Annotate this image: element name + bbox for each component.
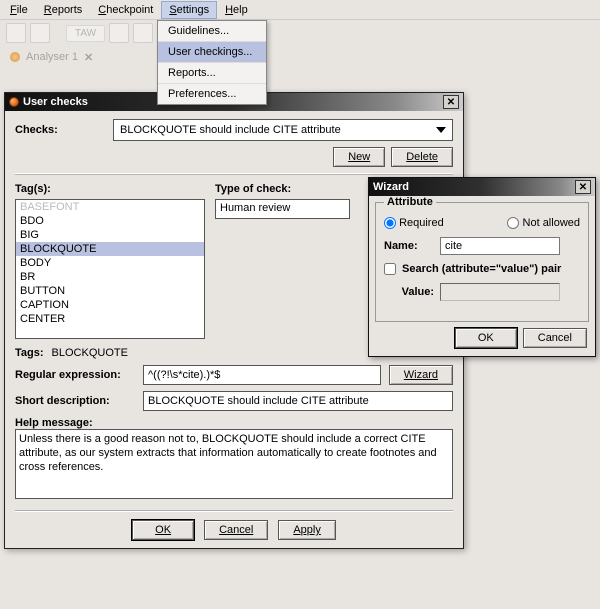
type-label: Type of check: bbox=[215, 183, 350, 195]
help-textarea[interactable] bbox=[15, 429, 453, 499]
tag-item[interactable]: BUTTON bbox=[16, 284, 204, 298]
close-icon[interactable]: ✕ bbox=[443, 95, 459, 109]
tags-label: Tag(s): bbox=[15, 183, 205, 195]
regex-label: Regular expression: bbox=[15, 369, 135, 381]
menu-checkpoint[interactable]: Checkpoint bbox=[90, 1, 161, 19]
tabbar: Analyser 1 ✕ bbox=[0, 46, 600, 68]
tag-item[interactable]: CENTER bbox=[16, 312, 204, 326]
fieldset-legend: Attribute bbox=[384, 196, 436, 208]
tags-value: BLOCKQUOTE bbox=[52, 347, 128, 359]
checks-select[interactable]: BLOCKQUOTE should include CITE attribute bbox=[113, 119, 453, 141]
tag-item[interactable]: BASEFONT bbox=[16, 200, 204, 214]
menu-item-reports[interactable]: Reports... bbox=[158, 63, 266, 84]
wizard-cancel-button[interactable]: Cancel bbox=[523, 328, 587, 348]
close-icon[interactable]: ✕ bbox=[575, 180, 591, 194]
value-input bbox=[440, 283, 560, 301]
search-pair-checkbox[interactable] bbox=[384, 263, 396, 275]
tab-analyser[interactable]: Analyser 1 bbox=[26, 51, 78, 63]
tag-item[interactable]: BIG bbox=[16, 228, 204, 242]
tool-icon-1[interactable] bbox=[6, 23, 26, 43]
short-label: Short description: bbox=[15, 395, 135, 407]
menu-item-guidelines[interactable]: Guidelines... bbox=[158, 21, 266, 42]
new-button[interactable]: New bbox=[333, 147, 385, 167]
wizard-button[interactable]: Wizard bbox=[389, 365, 453, 385]
wizard-titlebar[interactable]: Wizard ✕ bbox=[369, 178, 595, 196]
tool-icon-4[interactable] bbox=[133, 23, 153, 43]
app-icon bbox=[9, 97, 19, 107]
tags-value-label: Tags: bbox=[15, 347, 44, 359]
value-label: Value: bbox=[384, 286, 434, 298]
tab-dot-icon bbox=[10, 52, 20, 62]
tool-icon-3[interactable] bbox=[109, 23, 129, 43]
tab-close-icon[interactable]: ✕ bbox=[84, 51, 93, 64]
ok-button[interactable]: OK bbox=[132, 520, 194, 540]
type-value[interactable]: Human review bbox=[215, 199, 350, 219]
search-pair-label: Search (attribute="value") pair bbox=[402, 263, 561, 275]
tag-item[interactable]: CAPTION bbox=[16, 298, 204, 312]
radio-required-label[interactable]: Required bbox=[384, 217, 444, 229]
tag-item[interactable]: BR bbox=[16, 270, 204, 284]
radio-not-allowed[interactable] bbox=[507, 217, 519, 229]
name-input[interactable] bbox=[440, 237, 560, 255]
tag-item[interactable]: BLOCKQUOTE bbox=[16, 242, 204, 256]
attribute-fieldset: Attribute Required Not allowed Name: Sea… bbox=[375, 202, 589, 322]
delete-button[interactable]: Delete bbox=[391, 147, 453, 167]
name-label: Name: bbox=[384, 240, 434, 252]
settings-dropdown: Guidelines... User checkings... Reports.… bbox=[157, 20, 267, 105]
checks-select-value: BLOCKQUOTE should include CITE attribute bbox=[120, 124, 341, 136]
radio-notallowed-label[interactable]: Not allowed bbox=[507, 217, 580, 229]
help-label: Help message: bbox=[15, 417, 453, 429]
regex-input[interactable] bbox=[143, 365, 381, 385]
user-checks-title: User checks bbox=[23, 96, 88, 108]
radio-required-text: Required bbox=[399, 217, 444, 229]
menubar: File Reports Checkpoint Settings Help bbox=[0, 0, 600, 20]
short-input[interactable] bbox=[143, 391, 453, 411]
cancel-button[interactable]: Cancel bbox=[204, 520, 268, 540]
menu-reports[interactable]: Reports bbox=[36, 1, 91, 19]
radio-required[interactable] bbox=[384, 217, 396, 229]
tag-item[interactable]: BDO bbox=[16, 214, 204, 228]
menu-help[interactable]: Help bbox=[217, 1, 256, 19]
tag-item[interactable]: BODY bbox=[16, 256, 204, 270]
apply-button[interactable]: Apply bbox=[278, 520, 336, 540]
wizard-ok-button[interactable]: OK bbox=[455, 328, 517, 348]
tags-listbox[interactable]: BASEFONTBDOBIGBLOCKQUOTEBODYBRBUTTONCAPT… bbox=[15, 199, 205, 339]
chevron-down-icon bbox=[436, 127, 446, 133]
menu-item-user-checkings[interactable]: User checkings... bbox=[158, 42, 266, 63]
checks-label: Checks: bbox=[15, 124, 105, 136]
tool-taw[interactable]: TAW bbox=[66, 25, 105, 42]
wizard-title: Wizard bbox=[373, 181, 409, 193]
wizard-dialog: Wizard ✕ Attribute Required Not allowed … bbox=[368, 177, 596, 357]
toolbar: TAW mary bbox=[0, 20, 600, 46]
tool-icon-2[interactable] bbox=[30, 23, 50, 43]
menu-item-preferences[interactable]: Preferences... bbox=[158, 84, 266, 104]
radio-notallowed-text: Not allowed bbox=[523, 217, 580, 229]
menu-file[interactable]: File bbox=[2, 1, 36, 19]
menu-settings[interactable]: Settings bbox=[161, 1, 217, 19]
